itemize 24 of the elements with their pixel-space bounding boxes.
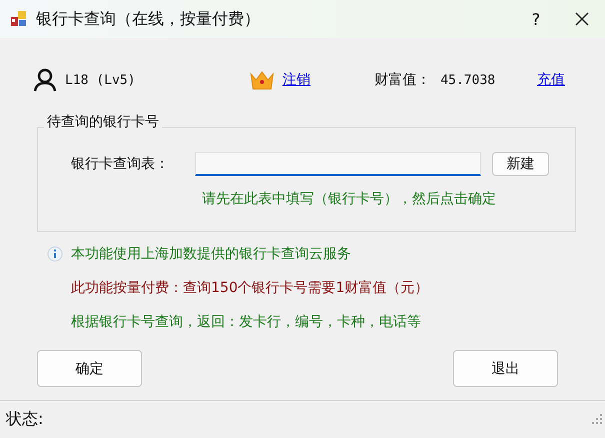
user-name: L18 (Lv5): [65, 72, 136, 88]
note-text: 本功能使用上海加数提供的银行卡查询云服务: [71, 245, 351, 263]
wealth-label: 财富值：: [374, 71, 430, 89]
window-title: 银行卡查询（在线，按量付费）: [36, 8, 260, 30]
hint-text: 请先在此表中填写（银行卡号），然后点击确定: [202, 190, 497, 208]
note-text: 此功能按量付费：查询150个银行卡号需要1财富值（元）: [71, 279, 429, 297]
new-button[interactable]: 新建: [492, 152, 549, 176]
resize-grip-icon: [592, 414, 602, 424]
confirm-button[interactable]: 确定: [37, 350, 142, 387]
info-icon: [47, 246, 63, 262]
exit-button[interactable]: 退出: [453, 350, 558, 387]
note-text: 根据银行卡号查询，返回：发卡行，编号，卡种，电话等: [71, 313, 421, 331]
user-icon: [33, 68, 57, 92]
field-label: 银行卡查询表：: [71, 155, 170, 173]
group-title: 待查询的银行卡号: [44, 113, 162, 131]
help-button[interactable]: ?: [513, 0, 559, 38]
recharge-link[interactable]: 充值: [537, 71, 565, 89]
close-icon: [574, 11, 590, 27]
wealth-value: 45.7038: [440, 72, 496, 88]
status-label: 状态:: [6, 409, 44, 430]
logout-link[interactable]: 注销: [282, 71, 310, 89]
input-field[interactable]: [195, 152, 481, 176]
app-icon: [10, 10, 28, 28]
crown-icon: [250, 70, 274, 90]
